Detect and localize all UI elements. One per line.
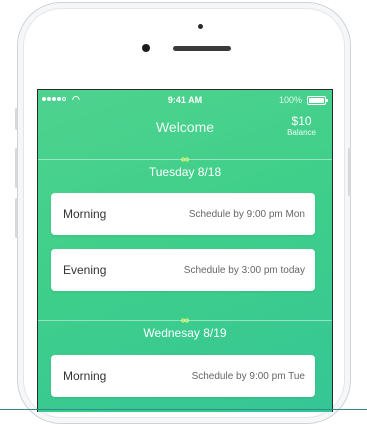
- balance-amount: $10: [291, 114, 312, 128]
- day-header-wednesday: ∞ Wednesay 8/19: [38, 313, 332, 340]
- balance-label: Balance: [287, 128, 316, 137]
- slot-card-tuesday-evening[interactable]: Evening Schedule by 3:00 pm today: [51, 249, 315, 291]
- battery-icon: [307, 96, 328, 105]
- slot-name: Morning: [63, 369, 107, 383]
- day-label: Tuesday 8/18: [148, 165, 222, 179]
- front-camera: [142, 44, 150, 52]
- slot-name: Evening: [63, 263, 107, 277]
- proximity-sensor: [198, 24, 203, 29]
- volume-down-button: [15, 198, 18, 238]
- status-bar: ◠ 9:41 AM 100%: [38, 93, 332, 107]
- slot-deadline: Schedule by 9:00 pm Tue: [191, 370, 305, 382]
- day-label: Wednesay 8/19: [143, 326, 227, 340]
- app-header: Welcome $10 Balance: [38, 108, 332, 148]
- slot-card-tuesday-morning[interactable]: Morning Schedule by 9:00 pm Mon: [51, 193, 315, 235]
- slot-deadline: Schedule by 9:00 pm Mon: [188, 208, 305, 220]
- baseline-divider: [0, 409, 367, 410]
- slot-name: Morning: [63, 207, 107, 221]
- volume-up-button: [15, 148, 18, 188]
- power-button: [348, 148, 351, 196]
- infinity-icon: ∞: [180, 152, 190, 166]
- day-header-tuesday: ∞ Tuesday 8/18: [38, 152, 332, 179]
- slot-card-wednesday-morning[interactable]: Morning Schedule by 9:00 pm Tue: [51, 355, 315, 397]
- earpiece-speaker: [173, 46, 231, 51]
- mute-switch: [15, 108, 18, 130]
- infinity-icon: ∞: [180, 313, 190, 327]
- slot-deadline: Schedule by 3:00 pm today: [183, 264, 305, 276]
- battery-percentage: 100%: [278, 95, 302, 105]
- balance-widget[interactable]: $10 Balance: [287, 114, 316, 137]
- app-screen: ◠ 9:41 AM 100% Welcome $10 Balance ∞ Tue…: [37, 89, 333, 412]
